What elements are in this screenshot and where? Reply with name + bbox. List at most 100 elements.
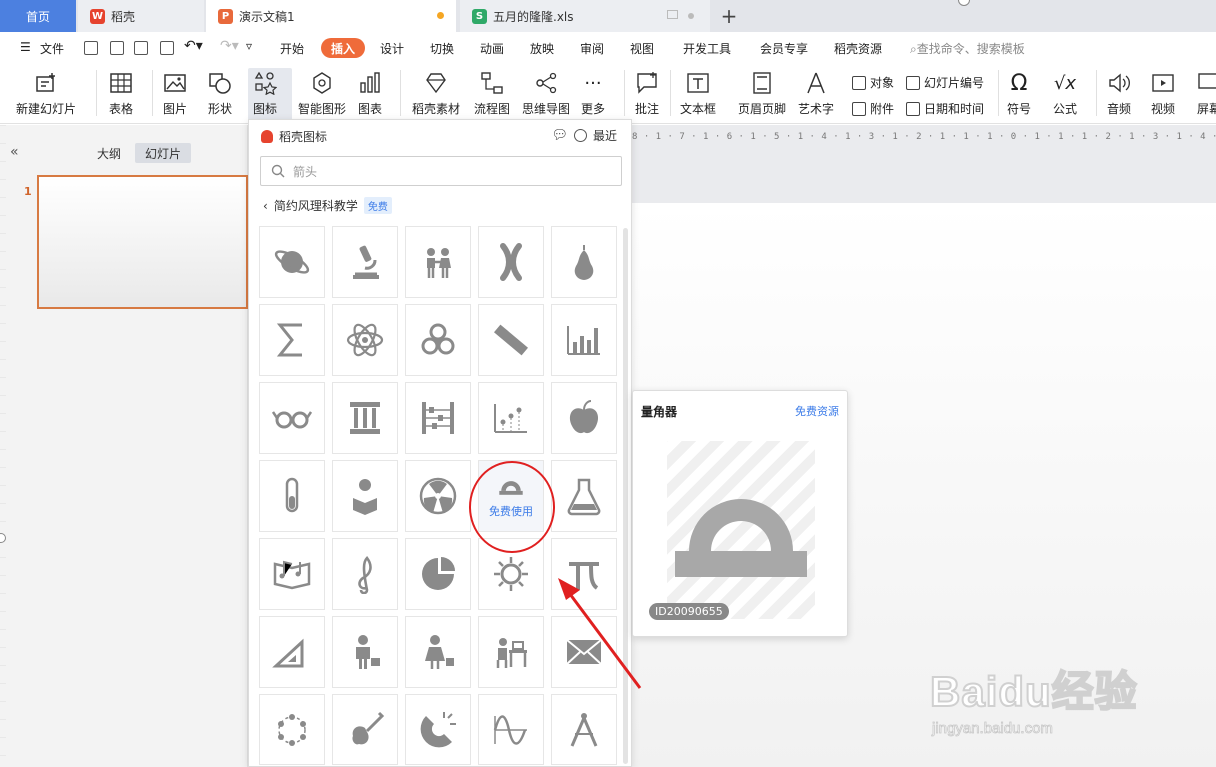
smart-graphic-button[interactable]: 智能图形 [298, 70, 346, 117]
outline-tab[interactable]: 大纲 [97, 145, 121, 162]
formula-button[interactable]: √x 公式 [1052, 70, 1078, 117]
menu-start[interactable]: 开始 [280, 40, 304, 57]
tab-spreadsheet[interactable]: S 五月的隆隆.xls [460, 0, 710, 32]
panel-scrollbar[interactable] [623, 228, 628, 764]
tab-home[interactable]: 首页 [0, 0, 76, 32]
table-button[interactable]: 表格 [108, 70, 134, 117]
comment-button[interactable]: 批注 [634, 70, 660, 117]
customize-toolbar-icon[interactable]: ▿ [246, 39, 252, 53]
chart-button[interactable]: 图表 [357, 70, 383, 117]
icon-cell-guitar[interactable] [332, 694, 398, 765]
category-breadcrumb[interactable]: ‹ 简约风理科教学 免费 [263, 197, 392, 214]
command-search[interactable]: ⌕查找命令、搜索模板 [910, 40, 1025, 57]
icon-cell-boy-student[interactable] [332, 616, 398, 688]
redo-icon[interactable]: ↷▾ [220, 38, 239, 54]
icon-cell-glasses[interactable] [259, 382, 325, 454]
icon-cell-girl-student[interactable] [405, 616, 471, 688]
icon-cell-music-book[interactable] [259, 538, 325, 610]
collapse-pane-icon[interactable]: « [10, 144, 19, 160]
slide-number-label: 幻灯片编号 [924, 76, 985, 90]
icon-cell-protractor[interactable]: 免费使用 [478, 460, 544, 532]
icon-cell-radiation[interactable] [405, 460, 471, 532]
hamburger-menu-icon[interactable]: ☰ [20, 40, 31, 54]
icon-cell-apple[interactable] [551, 382, 617, 454]
menu-design[interactable]: 设计 [380, 40, 404, 57]
free-resource-link[interactable]: 免费资源 [795, 403, 839, 419]
icon-cell-microscope[interactable] [332, 226, 398, 298]
textbox-button[interactable]: 文本框 [680, 70, 716, 117]
slide-thumbnail[interactable] [37, 175, 248, 309]
icon-button[interactable]: 图标 [252, 70, 278, 117]
icon-cell-envelope[interactable] [551, 616, 617, 688]
icon-cell-sun[interactable] [478, 538, 544, 610]
icon-cell-biohazard[interactable] [405, 304, 471, 376]
icon-cell-sigma[interactable] [259, 304, 325, 376]
add-tab-plus-icon[interactable]: + [718, 2, 740, 30]
free-use-button[interactable]: 免费使用 [489, 503, 533, 519]
new-slide-button[interactable]: 新建幻灯片 [16, 70, 76, 117]
print-preview-icon[interactable] [160, 41, 174, 55]
slide-number-button[interactable]: 幻灯片编号 [906, 74, 984, 91]
tab-daoke[interactable]: W 稻壳 [78, 0, 204, 32]
wordart-button[interactable]: 艺术字 [798, 70, 834, 117]
icon-search-input[interactable] [293, 164, 593, 178]
icon-cell-abacus[interactable] [405, 382, 471, 454]
icon-cell-reading-person[interactable] [332, 460, 398, 532]
icon-cell-atom[interactable] [332, 304, 398, 376]
symbol-button[interactable]: Ω 符号 [1006, 70, 1032, 117]
monitor-icon[interactable] [667, 10, 678, 19]
video-button[interactable]: 视频 [1150, 70, 1176, 117]
icon-cell-sine-wave[interactable] [478, 694, 544, 765]
menu-file[interactable]: 文件 [40, 40, 64, 57]
icon-cell-magnet[interactable] [405, 694, 471, 765]
chat-icon[interactable]: 💬︎ [551, 128, 568, 143]
icon-cell-treble-clef[interactable] [332, 538, 398, 610]
icon-cell-chromosome[interactable] [478, 226, 544, 298]
icon-cell-student-desk[interactable] [478, 616, 544, 688]
attachment-button[interactable]: 附件 [852, 100, 894, 117]
menu-transition[interactable]: 切换 [430, 40, 454, 57]
menu-view[interactable]: 视图 [630, 40, 654, 57]
icon-cell-compass[interactable] [551, 694, 617, 765]
icon-cell-children[interactable] [405, 226, 471, 298]
header-footer-button[interactable]: 页眉页脚 [738, 70, 786, 117]
object-button[interactable]: 对象 [852, 74, 894, 91]
recent-button[interactable]: 💬︎ 最近 [551, 127, 617, 144]
icon-cell-triangle-ruler[interactable] [259, 616, 325, 688]
print-icon[interactable] [134, 41, 148, 55]
icon-cell-pie-chart[interactable] [405, 538, 471, 610]
icon-cell-test-tube[interactable] [259, 460, 325, 532]
menu-insert[interactable]: 插入 [321, 38, 365, 58]
icon-cell-pear[interactable] [551, 226, 617, 298]
back-chevron-icon[interactable]: ‹ [263, 199, 268, 213]
more-button[interactable]: ··· 更多 [580, 70, 606, 117]
icon-cell-ruler[interactable] [478, 304, 544, 376]
menu-member[interactable]: 会员专享 [760, 40, 808, 57]
export-icon[interactable] [110, 41, 124, 55]
icon-cell-planet[interactable] [259, 226, 325, 298]
icon-cell-bar-chart[interactable] [551, 304, 617, 376]
flowchart-button[interactable]: 流程图 [474, 70, 510, 117]
daoke-material-button[interactable]: 稻壳素材 [412, 70, 460, 117]
icon-cell-flask[interactable] [551, 460, 617, 532]
icon-cell-circle-dots[interactable] [259, 694, 325, 765]
icon-cell-column[interactable] [332, 382, 398, 454]
menu-daoke-resources[interactable]: 稻壳资源 [834, 40, 882, 57]
date-time-button[interactable]: 日期和时间 [906, 100, 984, 117]
save-icon[interactable] [84, 41, 98, 55]
slides-tab[interactable]: 幻灯片 [135, 143, 191, 163]
icon-cell-scatter-plot[interactable] [478, 382, 544, 454]
icon-cell-pi[interactable] [551, 538, 617, 610]
shape-button[interactable]: 形状 [207, 70, 233, 117]
menu-developer[interactable]: 开发工具 [683, 40, 731, 57]
audio-button[interactable]: 音频 [1106, 70, 1132, 117]
undo-icon[interactable]: ↶▾ [184, 38, 203, 54]
tab-document[interactable]: P 演示文稿1 [206, 0, 456, 32]
menu-animation[interactable]: 动画 [480, 40, 504, 57]
icon-search-box[interactable] [260, 156, 622, 186]
picture-button[interactable]: 图片 [162, 70, 188, 117]
menu-slideshow[interactable]: 放映 [530, 40, 554, 57]
mindmap-button[interactable]: 思维导图 [522, 70, 570, 117]
menu-review[interactable]: 审阅 [580, 40, 604, 57]
screen-record-button[interactable]: 屏幕 [1196, 70, 1216, 117]
